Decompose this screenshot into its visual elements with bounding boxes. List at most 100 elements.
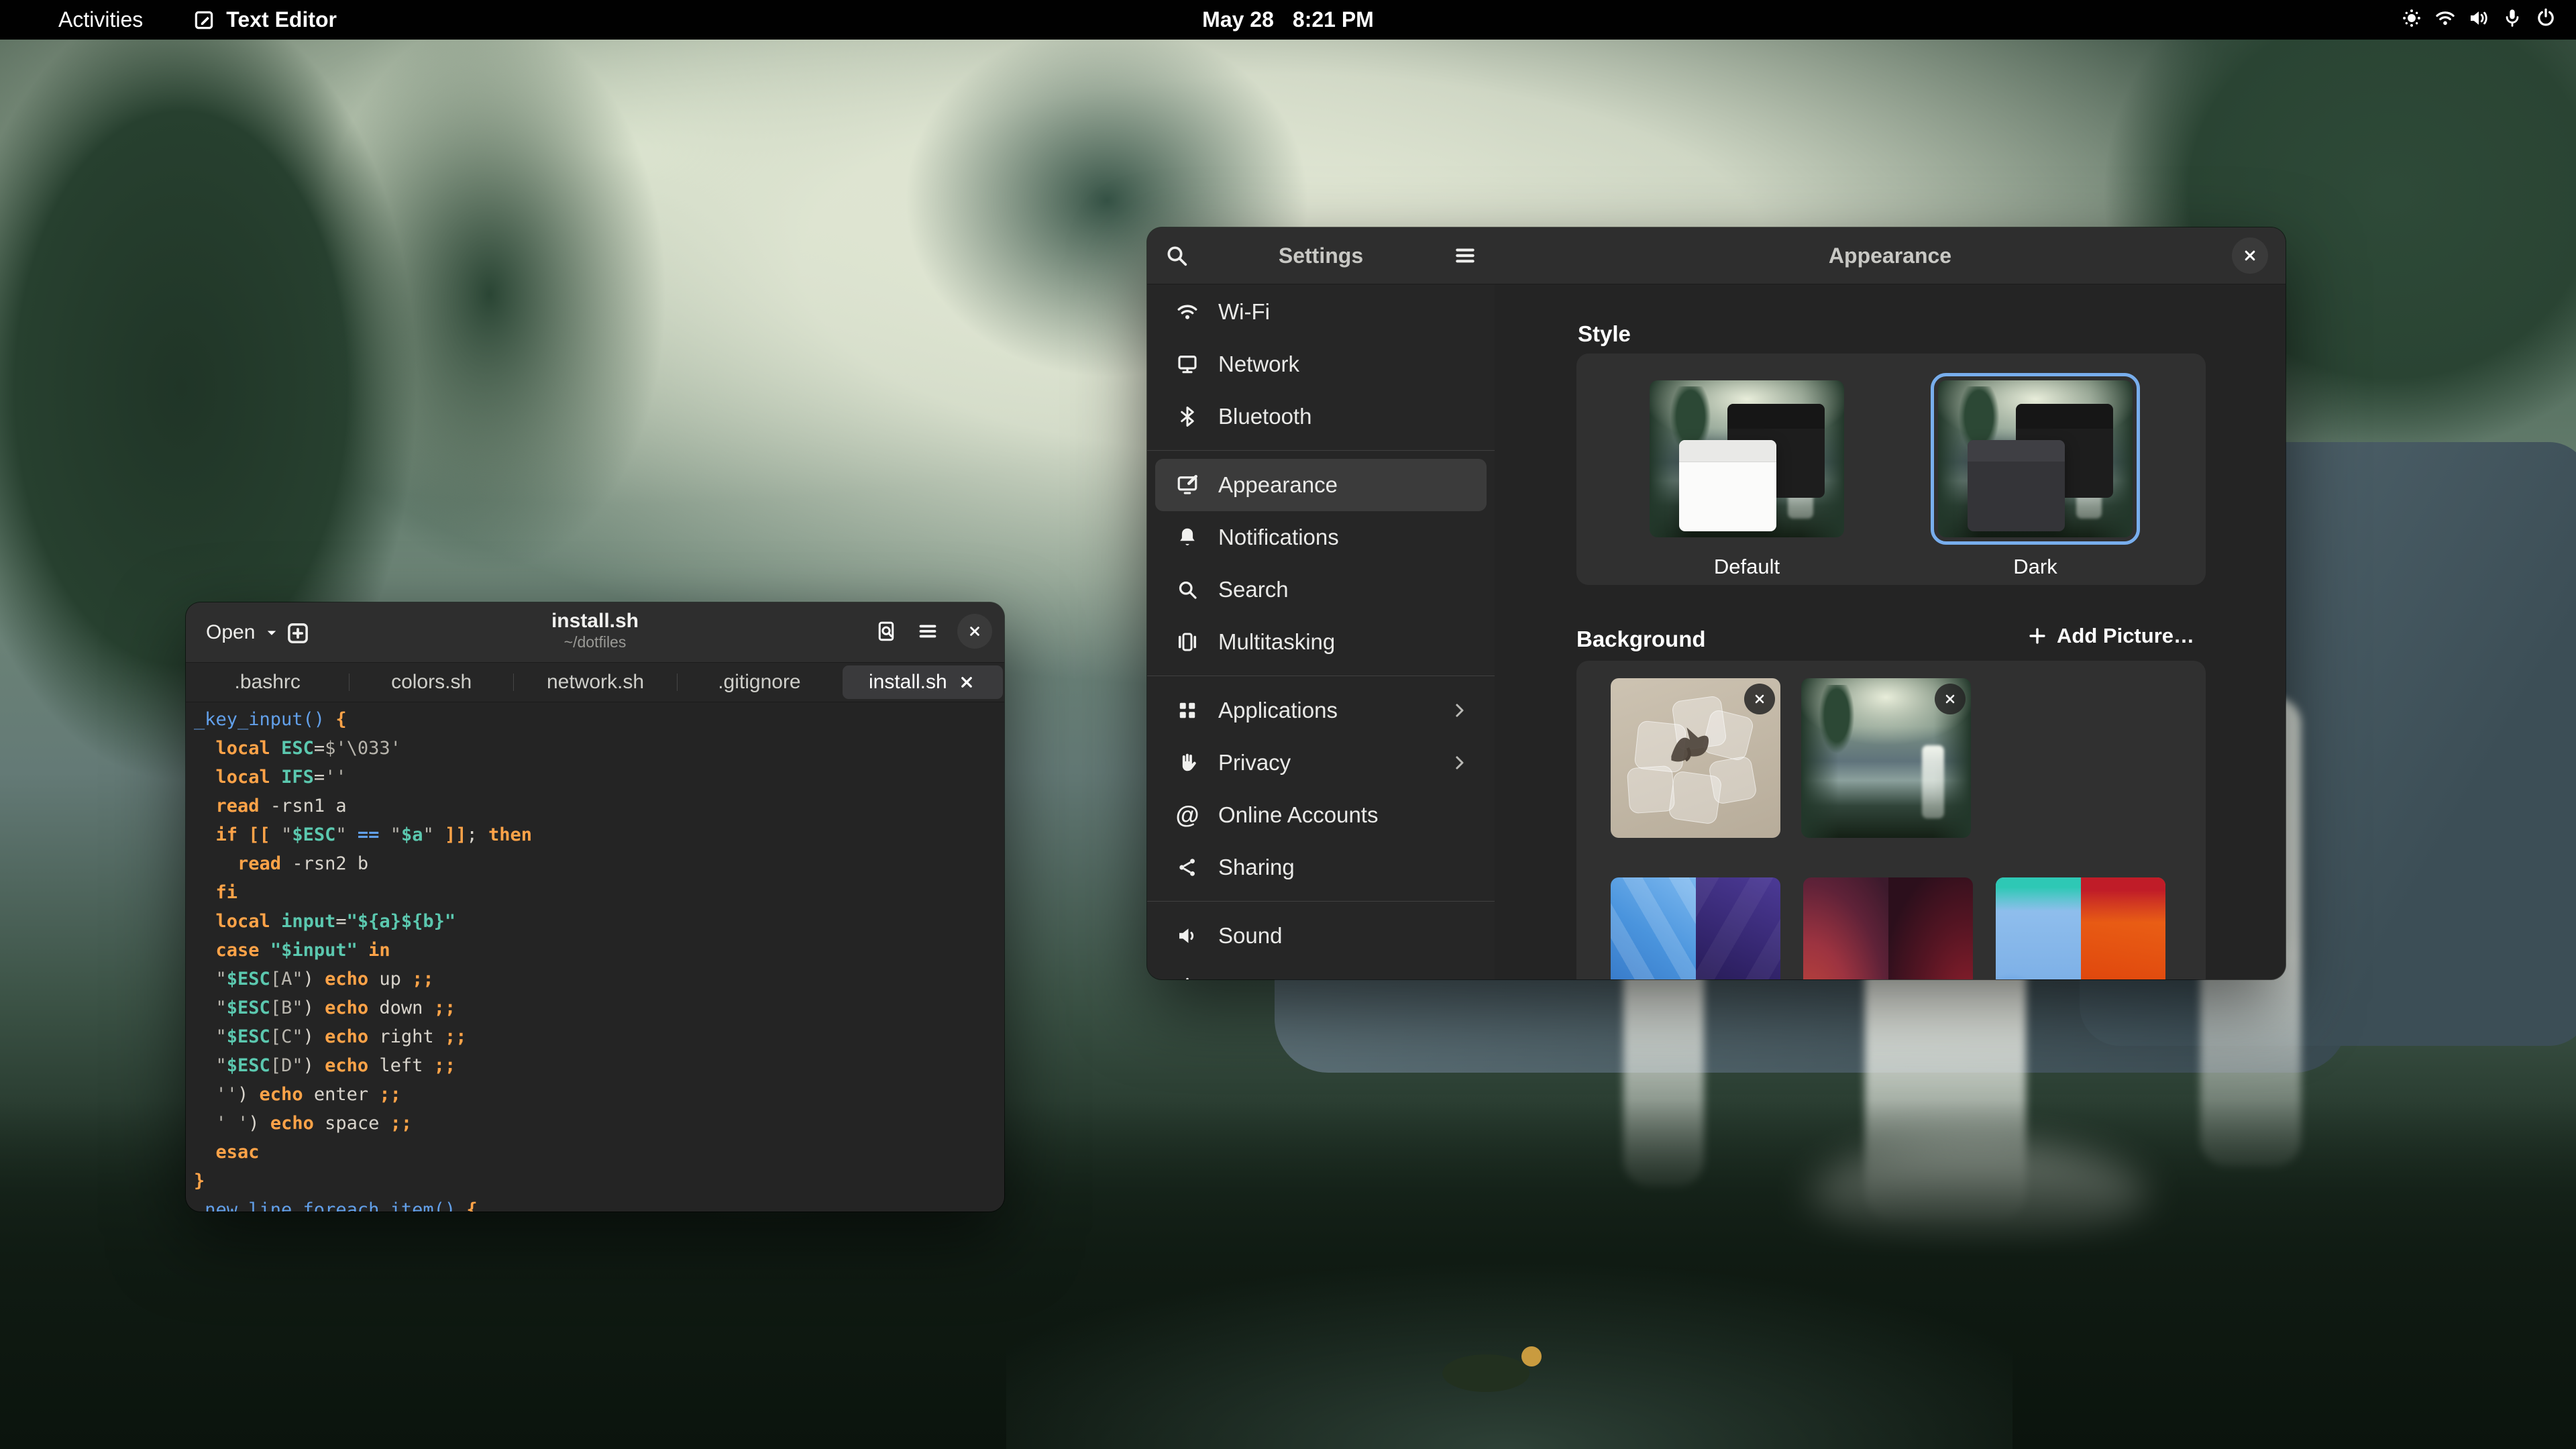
tab-label: install.sh <box>869 671 947 694</box>
text-editor-window: Open install.sh ~/dotfiles .bashrc colors… <box>186 602 1004 1212</box>
add-picture-button[interactable]: Add Picture… <box>2026 624 2194 648</box>
microphone-icon <box>2501 7 2524 30</box>
settings-window: Settings Wi-FiNetworkBluetoothAppearance… <box>1147 227 2286 979</box>
clock-button[interactable]: May 28 8:21 PM <box>1202 7 1374 32</box>
sidebar-item-online-accounts[interactable]: @Online Accounts <box>1155 789 1487 841</box>
sidebar-item-appearance[interactable]: Appearance <box>1155 459 1487 511</box>
sidebar-item-label: Privacy <box>1218 750 1430 775</box>
editor-title-block: install.sh ~/dotfiles <box>551 609 639 652</box>
status-power-button[interactable] <box>2534 7 2557 33</box>
new-tab-button[interactable] <box>284 619 312 647</box>
settings-close-button[interactable] <box>2232 237 2268 274</box>
sidebar-item-privacy[interactable]: Privacy <box>1155 737 1487 789</box>
wifi-icon <box>2434 7 2457 30</box>
tab-gitignore[interactable]: .gitignore <box>679 665 839 699</box>
brightness-icon <box>2400 7 2423 30</box>
sidebar-item-label: Wi-Fi <box>1218 299 1469 325</box>
sidebar-item-network[interactable]: Network <box>1155 338 1487 390</box>
tab-install-sh[interactable]: install.sh <box>843 665 1003 699</box>
focused-app-menu[interactable]: Text Editor <box>193 7 337 32</box>
privacy-icon <box>1175 751 1199 775</box>
code-line: read -rsn2 b <box>194 849 1004 878</box>
code-line: '') echo enter ;; <box>194 1080 1004 1109</box>
appearance-icon <box>1175 473 1199 497</box>
bluetooth-icon <box>1175 405 1199 429</box>
sharing-icon <box>1175 855 1199 879</box>
style-thumbnail-dark <box>1938 380 2133 537</box>
sidebar-item-label: Sound <box>1218 923 1469 949</box>
tab-close-icon[interactable] <box>957 672 977 692</box>
code-editor-area[interactable]: _key_input() { local ESC=$'\033' local I… <box>186 702 1004 1212</box>
tab-colors-sh[interactable]: colors.sh <box>351 665 511 699</box>
top-bar: Activities Text Editor May 28 8:21 PM <box>0 0 2576 40</box>
wallpaper-forest-waterfall[interactable] <box>1801 678 1971 838</box>
panel-title: Appearance <box>1495 244 2286 268</box>
sidebar-item-label: Online Accounts <box>1218 802 1469 828</box>
wallpaper-light-variant <box>1996 877 2081 979</box>
wallpaper-dark-variant <box>1888 877 1974 979</box>
wallpaper-dragon-tiles[interactable] <box>1611 678 1780 838</box>
sidebar-item-power[interactable]: Power <box>1155 962 1487 979</box>
tab-label: network.sh <box>547 671 644 694</box>
sidebar-item-wi-fi[interactable]: Wi-Fi <box>1155 286 1487 338</box>
sidebar-item-notifications[interactable]: Notifications <box>1155 511 1487 564</box>
settings-sidebar-list: Wi-Fi Network Bluetooth AppearanceNotificat… <box>1147 286 1495 979</box>
sidebar-item-label: Power <box>1218 975 1469 979</box>
sidebar-item-search[interactable]: Search <box>1155 564 1487 616</box>
editor-close-button[interactable] <box>957 614 992 649</box>
wallpaper-turtle <box>1442 1354 1529 1392</box>
open-button[interactable]: Open <box>201 617 287 648</box>
editor-menu-button[interactable] <box>916 619 940 643</box>
status-volume-button[interactable] <box>2467 7 2490 33</box>
sidebar-item-sharing[interactable]: Sharing <box>1155 841 1487 894</box>
style-option-default[interactable]: Default <box>1650 380 1844 579</box>
sidebar-item-sound[interactable]: Sound <box>1155 910 1487 962</box>
sidebar-item-multitasking[interactable]: Multitasking <box>1155 616 1487 668</box>
style-options: Default Dark <box>1576 354 2206 585</box>
desktop: Activities Text Editor May 28 8:21 PM Op… <box>0 0 2576 1449</box>
system-status-area[interactable] <box>2400 7 2557 33</box>
code-line: "$ESC[B") echo down ;; <box>194 994 1004 1022</box>
wallpaper-turtle-head <box>1521 1346 1542 1366</box>
sidebar-separator <box>1147 668 1495 684</box>
wallpaper-light-variant <box>1611 877 1696 979</box>
style-option-dark[interactable]: Dark <box>1938 380 2133 579</box>
status-brightness-button[interactable] <box>2400 7 2423 33</box>
background-card <box>1576 661 2206 979</box>
sidebar-item-label: Network <box>1218 352 1469 377</box>
activities-button[interactable]: Activities <box>58 7 143 32</box>
wallpaper-blue-geometric[interactable] <box>1611 877 1780 979</box>
tab-separator <box>349 674 350 691</box>
code-line: "$ESC[C") echo right ;; <box>194 1022 1004 1051</box>
code-line: esac <box>194 1138 1004 1167</box>
wallpaper-pond <box>1006 1261 2012 1449</box>
thumb-front-window <box>1679 440 1776 531</box>
settings-sidebar: Settings Wi-FiNetworkBluetoothAppearance… <box>1147 227 1495 979</box>
tab-network-sh[interactable]: network.sh <box>515 665 676 699</box>
code-line: fi <box>194 878 1004 907</box>
wallpaper-dark-variant <box>1696 877 1781 979</box>
sidebar-item-applications[interactable]: Applications <box>1155 684 1487 737</box>
sidebar-item-bluetooth[interactable]: Bluetooth <box>1155 390 1487 443</box>
focused-app-label: Text Editor <box>226 7 337 32</box>
remove-wallpaper-button[interactable] <box>1744 684 1775 714</box>
editor-tab-bar: .bashrc colors.sh network.sh .gitignore inst… <box>186 663 1004 702</box>
settings-menu-button[interactable] <box>1452 242 1479 269</box>
chevron-right-icon <box>1449 753 1469 773</box>
status-microphone-button[interactable] <box>2501 7 2524 33</box>
remove-wallpaper-button[interactable] <box>1935 684 1966 714</box>
code-line: _key_input() { <box>194 705 1004 734</box>
tab-label: colors.sh <box>391 671 472 694</box>
sidebar-separator <box>1147 894 1495 910</box>
document-search-button[interactable] <box>874 619 898 643</box>
document-title: install.sh <box>551 609 639 633</box>
wallpaper-light-variant <box>1803 877 1888 979</box>
code-line: } <box>194 1167 1004 1195</box>
code-line: "$ESC[D") echo left ;; <box>194 1051 1004 1080</box>
wallpaper-red-waves[interactable] <box>1803 877 1973 979</box>
status-wifi-button[interactable] <box>2434 7 2457 33</box>
style-option-label: Dark <box>2013 555 2057 579</box>
open-button-label: Open <box>206 621 255 644</box>
tab-bashrc[interactable]: .bashrc <box>187 665 347 699</box>
wallpaper-paint-drips[interactable] <box>1996 877 2165 979</box>
